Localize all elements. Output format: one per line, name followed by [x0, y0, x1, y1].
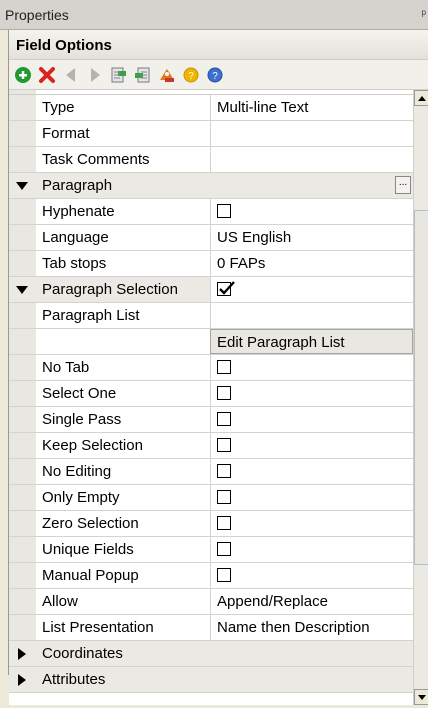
row-hyphenate[interactable]: Hyphenate [9, 199, 413, 225]
collapse-arrow-icon[interactable] [16, 286, 28, 294]
row-allow[interactable]: Allow Append/Replace [9, 589, 413, 615]
category-paragraph[interactable]: Paragraph ... [9, 173, 413, 199]
row-label-single-pass: Single Pass [42, 411, 122, 428]
manual-popup-checkbox[interactable] [217, 568, 231, 582]
no-tab-checkbox[interactable] [217, 360, 231, 374]
row-tab-stops[interactable]: Tab stops 0 FAPs [9, 251, 413, 277]
row-no-tab[interactable]: No Tab [9, 355, 413, 381]
checkmark-icon [219, 281, 235, 295]
value-list-presentation[interactable]: Name then Description [217, 619, 370, 636]
export-icon[interactable] [133, 65, 153, 85]
expand-arrow-icon[interactable] [18, 674, 26, 686]
row-label-unique-fields: Unique Fields [42, 541, 134, 558]
unique-fields-checkbox[interactable] [217, 542, 231, 556]
move-right-icon[interactable] [85, 65, 105, 85]
row-label-hyphenate: Hyphenate [42, 203, 115, 220]
vertical-scrollbar[interactable] [413, 90, 428, 705]
toolbar: ? ? [9, 60, 428, 90]
move-left-icon[interactable] [61, 65, 81, 85]
value-language[interactable]: US English [217, 229, 291, 246]
panel-header: Field Options [9, 30, 428, 60]
row-label-no-editing: No Editing [42, 463, 112, 480]
category-label-coordinates: Coordinates [42, 645, 123, 662]
row-task-comments[interactable]: Task Comments [9, 147, 413, 173]
edit-paragraph-list-label: Edit Paragraph List [217, 334, 345, 351]
row-label-list-presentation: List Presentation [42, 619, 154, 636]
category-label-paragraph: Paragraph [42, 177, 113, 194]
category-label-attributes: Attributes [42, 671, 106, 688]
row-label-manual-popup: Manual Popup [42, 567, 139, 584]
category-attributes[interactable]: Attributes [9, 667, 413, 693]
row-label-zero-selection: Zero Selection [42, 515, 139, 532]
row-paragraph-list[interactable]: Paragraph List [9, 303, 413, 329]
row-zero-selection[interactable]: Zero Selection [9, 511, 413, 537]
tools-icon[interactable] [157, 65, 177, 85]
help-icon[interactable]: ? [181, 65, 201, 85]
ellipsis-button[interactable]: ... [395, 176, 411, 194]
row-edit-paragraph-list: Edit Paragraph List [9, 329, 413, 355]
svg-text:?: ? [212, 71, 218, 82]
panel-title: Field Options [16, 37, 112, 54]
scroll-thumb[interactable] [414, 210, 428, 565]
delete-icon[interactable] [37, 65, 57, 85]
category-coordinates[interactable]: Coordinates [9, 641, 413, 667]
collapse-arrow-icon[interactable] [16, 182, 28, 190]
row-language[interactable]: Language US English [9, 225, 413, 251]
row-select-one[interactable]: Select One [9, 381, 413, 407]
value-tab-stops[interactable]: 0 FAPs [217, 255, 265, 272]
hyphenate-checkbox[interactable] [217, 204, 231, 218]
pin-icon[interactable]: ᵖ [421, 7, 426, 21]
row-single-pass[interactable]: Single Pass [9, 407, 413, 433]
row-unique-fields[interactable]: Unique Fields [9, 537, 413, 563]
scroll-down-icon[interactable] [414, 689, 428, 705]
select-one-checkbox[interactable] [217, 386, 231, 400]
row-label-no-tab: No Tab [42, 359, 90, 376]
row-label-allow: Allow [42, 593, 78, 610]
row-keep-selection[interactable]: Keep Selection [9, 433, 413, 459]
window-title: Properties [5, 7, 69, 23]
import-icon[interactable] [109, 65, 129, 85]
info-icon[interactable]: ? [205, 65, 225, 85]
scroll-up-icon[interactable] [414, 90, 428, 106]
row-no-editing[interactable]: No Editing [9, 459, 413, 485]
paragraph-selection-checkbox[interactable] [217, 281, 235, 296]
row-label-type: Type [42, 99, 75, 116]
row-label-tab-stops: Tab stops [42, 255, 107, 272]
single-pass-checkbox[interactable] [217, 412, 231, 426]
keep-selection-checkbox[interactable] [217, 438, 231, 452]
row-label-paragraph-list: Paragraph List [42, 307, 140, 324]
no-editing-checkbox[interactable] [217, 464, 231, 478]
row-only-empty[interactable]: Only Empty [9, 485, 413, 511]
category-paragraph-selection[interactable]: Paragraph Selection [9, 277, 413, 303]
only-empty-checkbox[interactable] [217, 490, 231, 504]
row-label-select-one: Select One [42, 385, 117, 402]
properties-panel: Field Options ? ? Type Multi-line Text F… [8, 30, 428, 705]
row-type[interactable]: Type Multi-line Text [9, 95, 413, 121]
row-label-only-empty: Only Empty [42, 489, 120, 506]
edit-paragraph-list-button[interactable]: Edit Paragraph List [210, 329, 413, 354]
property-grid: Type Multi-line Text Format Task Comment… [9, 90, 413, 705]
value-allow[interactable]: Append/Replace [217, 593, 328, 610]
row-label-language: Language [42, 229, 109, 246]
value-type[interactable]: Multi-line Text [217, 99, 308, 116]
zero-selection-checkbox[interactable] [217, 516, 231, 530]
expand-arrow-icon[interactable] [18, 648, 26, 660]
row-label-task-comments: Task Comments [42, 151, 150, 168]
svg-text:?: ? [188, 71, 194, 82]
row-list-presentation[interactable]: List Presentation Name then Description [9, 615, 413, 641]
row-label-keep-selection: Keep Selection [42, 437, 143, 454]
row-label-format: Format [42, 125, 90, 142]
row-manual-popup[interactable]: Manual Popup [9, 563, 413, 589]
category-label-paragraph-selection: Paragraph Selection [42, 281, 178, 298]
add-icon[interactable] [13, 65, 33, 85]
row-format[interactable]: Format [9, 121, 413, 147]
properties-titlebar: Properties ᵖ [0, 0, 428, 30]
